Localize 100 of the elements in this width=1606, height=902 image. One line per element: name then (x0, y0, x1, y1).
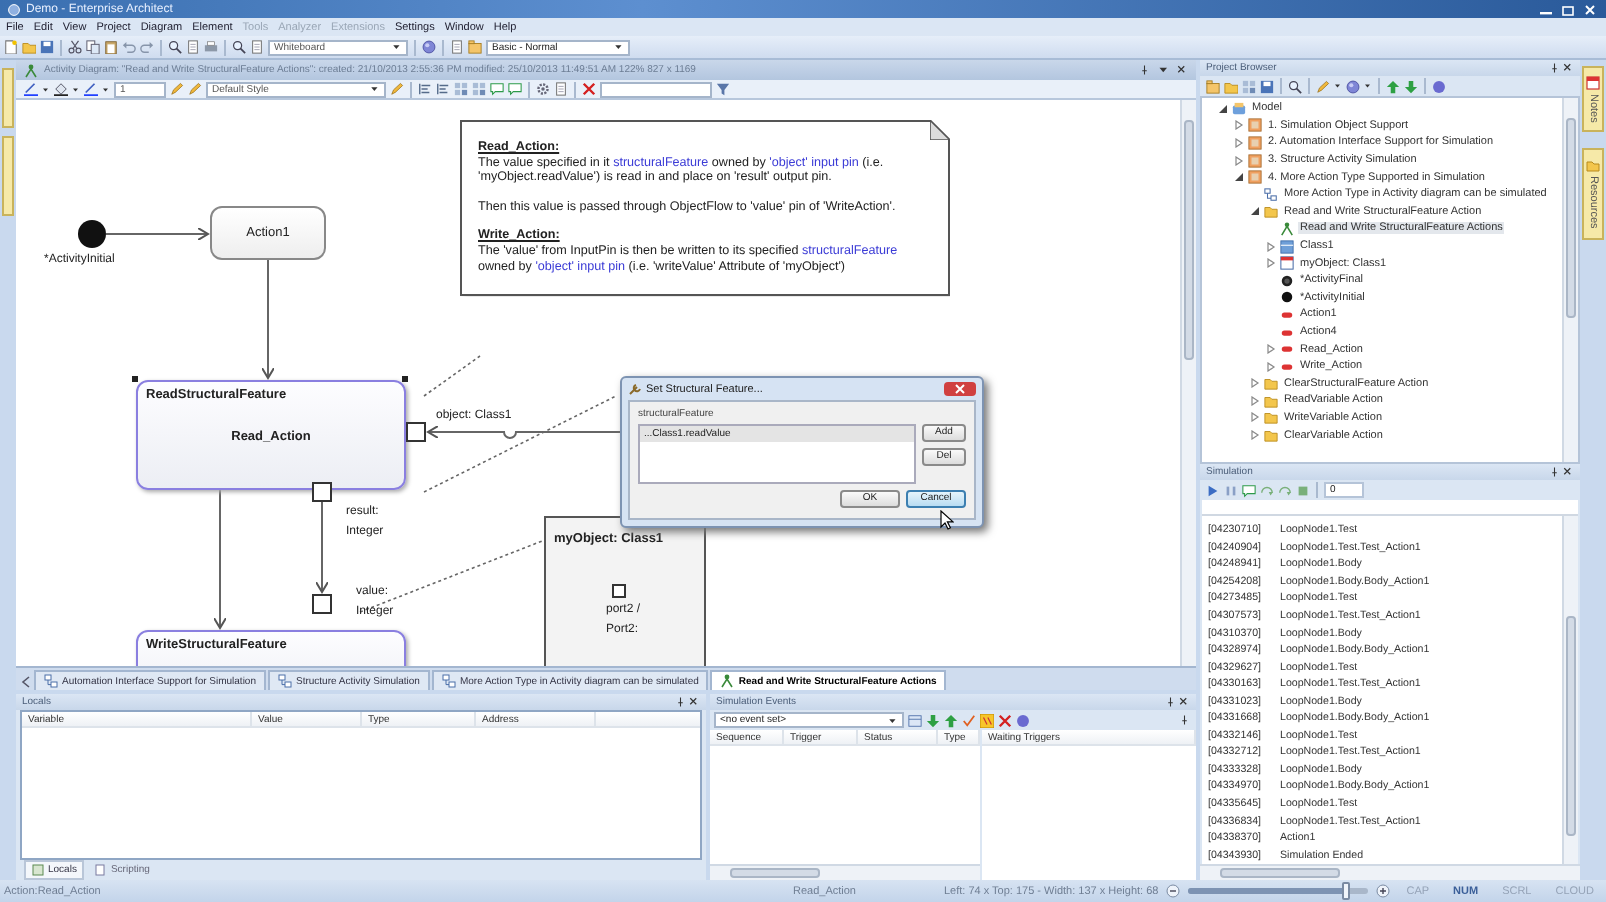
clipboard-icon[interactable] (104, 40, 118, 54)
close-icon[interactable] (688, 696, 700, 708)
save-icon[interactable] (40, 40, 54, 54)
slider-thumb[interactable] (1342, 882, 1351, 900)
vertical-scrollbar[interactable] (1562, 98, 1578, 462)
pin-icon[interactable] (1140, 64, 1152, 76)
printer-icon[interactable] (204, 40, 218, 54)
down-arrow-icon[interactable] (926, 713, 940, 727)
down-arrow-icon[interactable] (1404, 79, 1418, 93)
vertical-scrollbar[interactable] (1180, 100, 1196, 666)
document-icon[interactable] (554, 82, 568, 96)
dropdown-icon[interactable] (102, 85, 110, 93)
gear-icon[interactable] (536, 82, 550, 96)
initial-node (78, 220, 106, 248)
pin-icon[interactable] (1180, 714, 1192, 726)
speech-bubble-icon[interactable] (1242, 483, 1256, 497)
expander-icon[interactable] (1234, 172, 1244, 183)
selection-handle[interactable] (402, 376, 408, 382)
search-icon[interactable] (168, 40, 182, 54)
record-icon[interactable] (1432, 79, 1446, 93)
horizontal-scrollbar[interactable] (1200, 864, 1580, 880)
dropdown-icon[interactable] (1364, 82, 1372, 90)
layout-icon[interactable] (472, 82, 486, 96)
trigger-icon[interactable] (980, 713, 994, 727)
pin-icon[interactable] (1550, 62, 1562, 74)
dropdown-icon[interactable] (888, 715, 898, 725)
line-color-icon[interactable] (84, 82, 98, 96)
diagram-icon (278, 674, 292, 688)
tick-icon[interactable] (962, 713, 976, 727)
close-icon[interactable] (1562, 466, 1574, 478)
mouse-cursor-icon (940, 510, 954, 530)
pin-icon[interactable] (676, 696, 688, 708)
document-icon[interactable] (450, 40, 464, 54)
input-field[interactable] (1202, 500, 1578, 516)
document-icon[interactable] (186, 40, 200, 54)
script-icon (94, 864, 107, 876)
search-icon[interactable] (1288, 79, 1302, 93)
stop-icon[interactable] (1296, 483, 1310, 497)
copy-icon[interactable] (86, 40, 100, 54)
align-icon[interactable] (436, 82, 450, 96)
dropdown-icon[interactable] (614, 42, 624, 52)
diagram-icon (441, 674, 456, 688)
zoom-in-icon[interactable] (1376, 884, 1391, 898)
pause-icon[interactable] (1224, 483, 1238, 497)
pin-icon[interactable] (1166, 696, 1178, 708)
expander-icon[interactable] (1218, 103, 1228, 114)
class-icon (1280, 239, 1294, 254)
document-icon[interactable] (250, 40, 264, 54)
close-icon[interactable] (1562, 62, 1574, 74)
control-flow (105, 227, 209, 241)
close-icon[interactable] (1178, 696, 1190, 708)
search-icon[interactable] (232, 40, 246, 54)
save-icon[interactable] (1260, 79, 1274, 93)
vertical-scrollbar[interactable] (1562, 516, 1578, 864)
globe-icon[interactable] (422, 40, 436, 54)
dropdown-icon[interactable] (42, 85, 50, 93)
up-arrow-icon[interactable] (944, 713, 958, 727)
redo-icon[interactable] (140, 40, 154, 54)
dropdown-icon[interactable] (370, 84, 380, 94)
line-color-icon[interactable] (24, 82, 38, 96)
selection-handle[interactable] (132, 376, 138, 382)
dropdown-icon[interactable] (1334, 82, 1342, 90)
expander-icon[interactable] (1250, 206, 1260, 217)
new-page-icon[interactable] (4, 40, 18, 54)
delete-icon[interactable] (998, 713, 1012, 727)
search-field[interactable] (600, 81, 712, 97)
activity-diagram-icon (720, 674, 735, 688)
restore-icon[interactable] (1560, 3, 1576, 15)
globe-icon[interactable] (1346, 79, 1360, 93)
initial-node-icon (1280, 290, 1294, 305)
up-arrow-icon[interactable] (1386, 79, 1400, 93)
dropdown-icon[interactable] (1158, 64, 1170, 76)
app-icon (8, 3, 20, 15)
delete-icon[interactable] (582, 82, 596, 96)
object-icon (1280, 256, 1294, 271)
close-button[interactable] (944, 382, 976, 396)
dropdown-icon[interactable] (72, 85, 80, 93)
package-icon[interactable] (468, 40, 482, 54)
pin (312, 482, 332, 502)
close-icon[interactable] (1176, 64, 1188, 76)
events-icon[interactable] (908, 713, 922, 727)
horizontal-scrollbar[interactable] (710, 864, 980, 880)
activity-diagram-icon (1280, 221, 1294, 236)
record-icon[interactable] (1016, 713, 1030, 727)
package-icon[interactable] (1206, 79, 1220, 93)
pin-icon[interactable] (1550, 466, 1562, 478)
pin (406, 422, 426, 442)
folder-icon[interactable] (22, 40, 36, 54)
zoom-out-icon[interactable] (1166, 884, 1181, 898)
layout-icon[interactable] (454, 82, 468, 96)
layout-icon[interactable] (1242, 79, 1256, 93)
folder-icon (1264, 204, 1278, 219)
scissors-icon[interactable] (68, 40, 82, 54)
zoom-slider[interactable] (1188, 888, 1369, 894)
activity-diagram-icon (24, 63, 38, 77)
dropdown-icon[interactable] (392, 42, 402, 52)
paint-bucket-icon[interactable] (54, 82, 68, 96)
align-icon[interactable] (418, 82, 432, 96)
undo-icon[interactable] (122, 40, 136, 54)
scroll-left-icon[interactable] (20, 674, 32, 690)
